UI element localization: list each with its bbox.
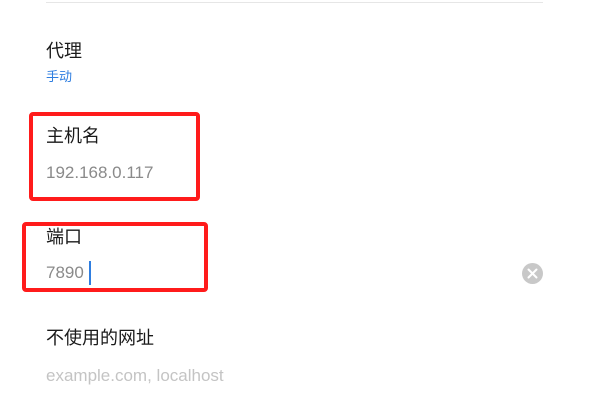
proxy-title: 代理 — [46, 41, 82, 62]
hostname-highlight-box — [29, 112, 200, 201]
clear-icon — [527, 268, 538, 279]
bypass-input[interactable]: example.com, localhost — [46, 365, 224, 387]
port-highlight-box — [22, 222, 208, 292]
clear-port-button[interactable] — [522, 263, 543, 284]
top-divider — [46, 2, 543, 3]
proxy-mode-selector[interactable]: 手动 — [46, 70, 72, 86]
bypass-label: 不使用的网址 — [46, 328, 154, 349]
